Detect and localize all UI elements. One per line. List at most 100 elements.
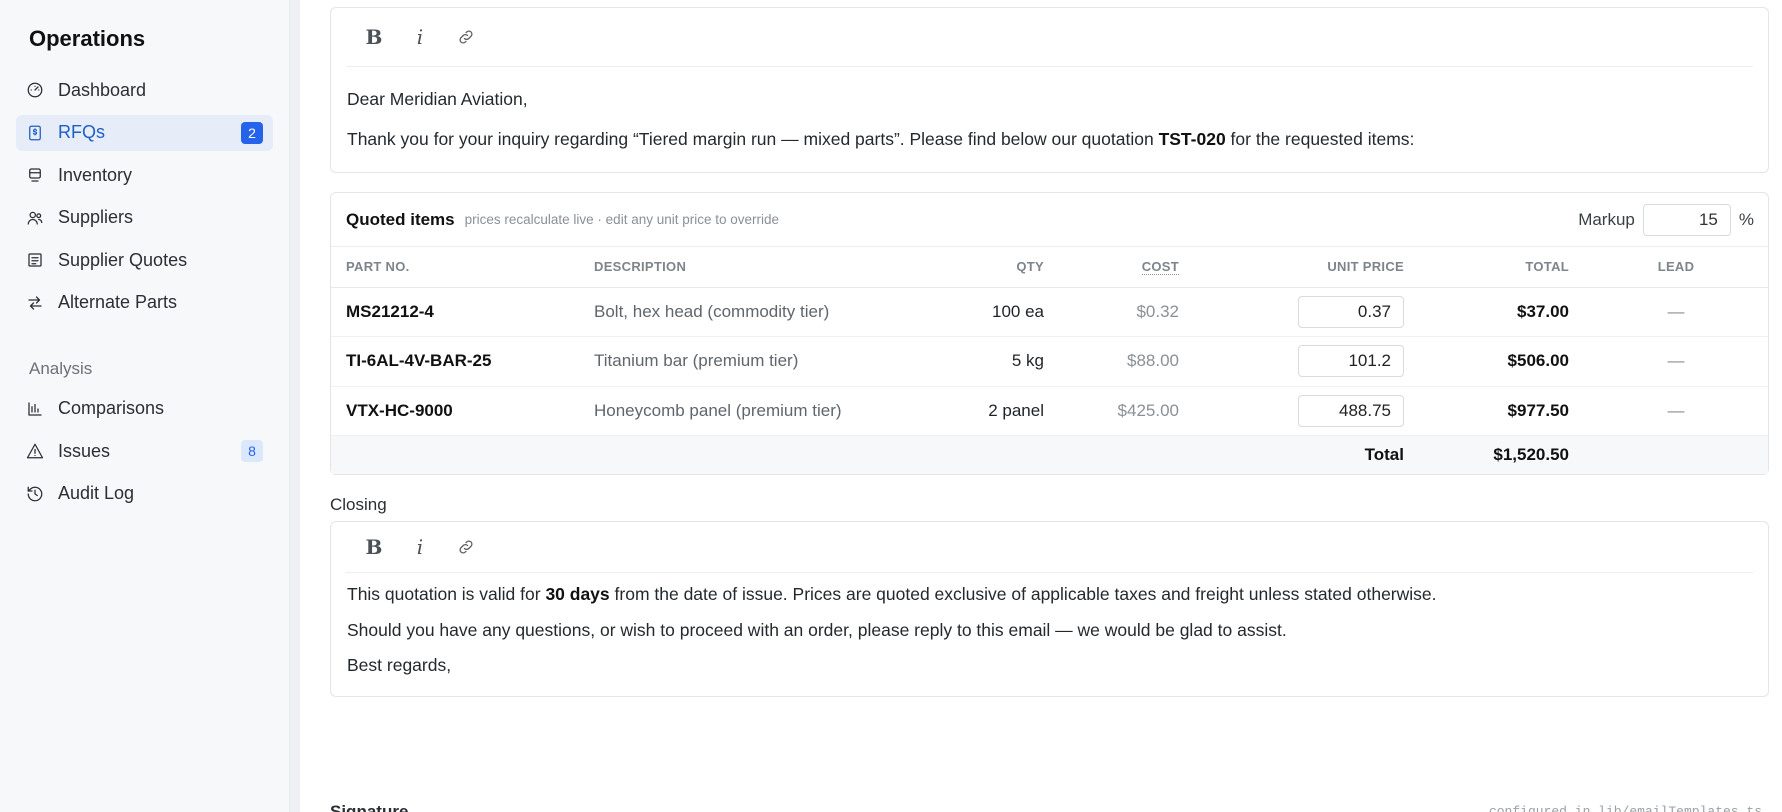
greeting-text: Dear Meridian Aviation, <box>347 89 528 109</box>
part-number: MS21212-4 <box>331 287 579 337</box>
editor-toolbar: B i <box>346 8 1753 67</box>
part-number: VTX-HC-9000 <box>331 386 579 436</box>
validity-text-end: from the date of issue. Prices are quote… <box>609 584 1437 604</box>
lead-time: — <box>1584 336 1768 387</box>
lead-time: — <box>1584 287 1768 337</box>
rfq-count-badge: 2 <box>241 121 263 144</box>
quantity: 5 kg <box>939 336 1059 387</box>
italic-icon[interactable]: i <box>408 535 432 559</box>
table-row: VTX-HC-9000 Honeycomb panel (premium tie… <box>331 386 1768 436</box>
quoted-items-header: Quoted items prices recalculate live · e… <box>331 193 1768 247</box>
sidebar-item-issues[interactable]: Issues 8 <box>16 433 273 469</box>
sidebar-item-comparisons[interactable]: Comparisons <box>16 391 273 427</box>
app-root: Operations Dashboard RFQs 2 Inventory Su… <box>0 0 1782 812</box>
users-icon <box>26 209 44 227</box>
sidebar-item-audit-log[interactable]: Audit Log <box>16 476 273 512</box>
cost: $88.00 <box>1059 336 1194 387</box>
intro-paragraph: Thank you for your inquiry regarding “Ti… <box>347 119 1752 159</box>
sidebar-item-label: Suppliers <box>58 207 134 227</box>
sidebar-item-label: Dashboard <box>58 79 147 100</box>
intro-editor-body[interactable]: Dear Meridian Aviation, Thank you for yo… <box>331 67 1768 179</box>
sidebar-item-supplier-quotes[interactable]: Supplier Quotes <box>16 242 273 278</box>
unit-price-cell <box>1194 386 1419 436</box>
validity-paragraph: This quotation is valid for 30 days from… <box>347 577 1752 613</box>
unit-price-input[interactable] <box>1298 394 1404 427</box>
col-cost: Cost <box>1059 247 1194 288</box>
warning-icon <box>26 442 44 460</box>
grand-total-row: Total $1,520.50 <box>331 435 1768 474</box>
quantity: 2 panel <box>939 386 1059 436</box>
cost: $0.32 <box>1059 287 1194 337</box>
sign-off: Best regards, <box>347 655 452 675</box>
dollar-document-icon <box>26 124 44 142</box>
quoted-items-table: Part No. Description Qty Cost Unit Price… <box>331 247 1768 474</box>
contact-paragraph: Should you have any questions, or wish t… <box>347 619 1287 640</box>
quoted-items-title: Quoted items <box>346 209 455 229</box>
history-icon <box>26 485 44 503</box>
sidebar-item-label: Inventory <box>58 164 133 185</box>
grand-total-value: $1,520.50 <box>1419 435 1584 474</box>
sidebar-item-label: Audit Log <box>58 483 135 503</box>
line-total: $506.00 <box>1419 336 1584 387</box>
table-row: TI-6AL-4V-BAR-25 Titanium bar (premium t… <box>331 336 1768 387</box>
editor-toolbar: B i <box>346 522 1753 573</box>
part-number: TI-6AL-4V-BAR-25 <box>331 336 579 387</box>
intro-text: Thank you for your inquiry regarding “Ti… <box>347 129 1159 149</box>
col-unit-price: Unit Price <box>1194 247 1419 288</box>
closing-editor-body[interactable]: This quotation is valid for 30 days from… <box>331 573 1768 704</box>
part-description: Honeycomb panel (premium tier) <box>579 386 939 436</box>
validity-days: 30 days <box>545 584 610 604</box>
lead-time: — <box>1584 386 1768 436</box>
bar-chart-icon <box>26 400 44 418</box>
bold-icon[interactable]: B <box>362 535 386 559</box>
link-icon[interactable] <box>454 535 478 559</box>
sidebar-item-label: Supplier Quotes <box>58 249 188 270</box>
part-description: Bolt, hex head (commodity tier) <box>579 287 939 337</box>
link-icon[interactable] <box>454 25 478 49</box>
sidebar: Operations Dashboard RFQs 2 Inventory Su… <box>0 0 290 812</box>
table-row: MS21212-4 Bolt, hex head (commodity tier… <box>331 287 1768 337</box>
sidebar-item-alternate-parts[interactable]: Alternate Parts <box>16 285 273 321</box>
line-total: $37.00 <box>1419 287 1584 337</box>
col-description: Description <box>579 247 939 288</box>
col-lead: Lead <box>1584 247 1768 288</box>
intro-editor: B i Dear Meridian Aviation, Thank you fo… <box>330 7 1769 173</box>
sidebar-item-suppliers[interactable]: Suppliers <box>16 200 273 236</box>
closing-editor: B i This quotation is valid for 30 days … <box>330 521 1769 697</box>
sidebar-nav: Dashboard RFQs 2 Inventory Suppliers Sup… <box>16 72 273 321</box>
table-header-row: Part No. Description Qty Cost Unit Price… <box>331 247 1768 288</box>
gauge-icon <box>26 81 44 99</box>
col-total: Total <box>1419 247 1584 288</box>
markup-unit: % <box>1738 209 1754 229</box>
col-cost-label: Cost <box>1141 259 1179 276</box>
unit-price-input[interactable] <box>1298 295 1404 328</box>
sidebar-item-label: Alternate Parts <box>58 292 178 312</box>
quoted-items-subtitle: prices recalculate live · edit any unit … <box>464 212 780 227</box>
bold-icon[interactable]: B <box>362 25 386 49</box>
intro-text-end: for the requested items: <box>1225 129 1415 149</box>
unit-price-cell <box>1194 287 1419 337</box>
cost: $425.00 <box>1059 386 1194 436</box>
quantity: 100 ea <box>939 287 1059 337</box>
part-description: Titanium bar (premium tier) <box>579 336 939 387</box>
sidebar-item-label: RFQs <box>58 122 105 142</box>
closing-heading: Closing <box>330 495 387 514</box>
italic-icon[interactable]: i <box>408 25 432 49</box>
validity-text: This quotation is valid for <box>347 584 546 604</box>
signature-note: configured in lib/emailTemplates.ts <box>1488 804 1762 812</box>
sidebar-title: Operations <box>29 26 146 51</box>
sidebar-item-label: Comparisons <box>58 398 165 418</box>
signature-heading: Signature <box>330 802 409 812</box>
markup-input[interactable] <box>1642 203 1731 236</box>
box-icon <box>26 166 44 184</box>
analysis-nav: Comparisons Issues 8 Audit Log <box>16 391 273 512</box>
grand-total-label: Total <box>1194 435 1419 474</box>
sidebar-item-label: Issues <box>58 440 111 461</box>
quoted-items-card: Quoted items prices recalculate live · e… <box>330 192 1769 475</box>
sidebar-item-dashboard[interactable]: Dashboard <box>16 72 273 108</box>
sidebar-item-inventory[interactable]: Inventory <box>16 157 273 193</box>
unit-price-cell <box>1194 336 1419 387</box>
sidebar-item-rfqs[interactable]: RFQs 2 <box>16 114 273 151</box>
unit-price-input[interactable] <box>1298 345 1404 378</box>
analysis-section-label: Analysis <box>29 358 93 378</box>
